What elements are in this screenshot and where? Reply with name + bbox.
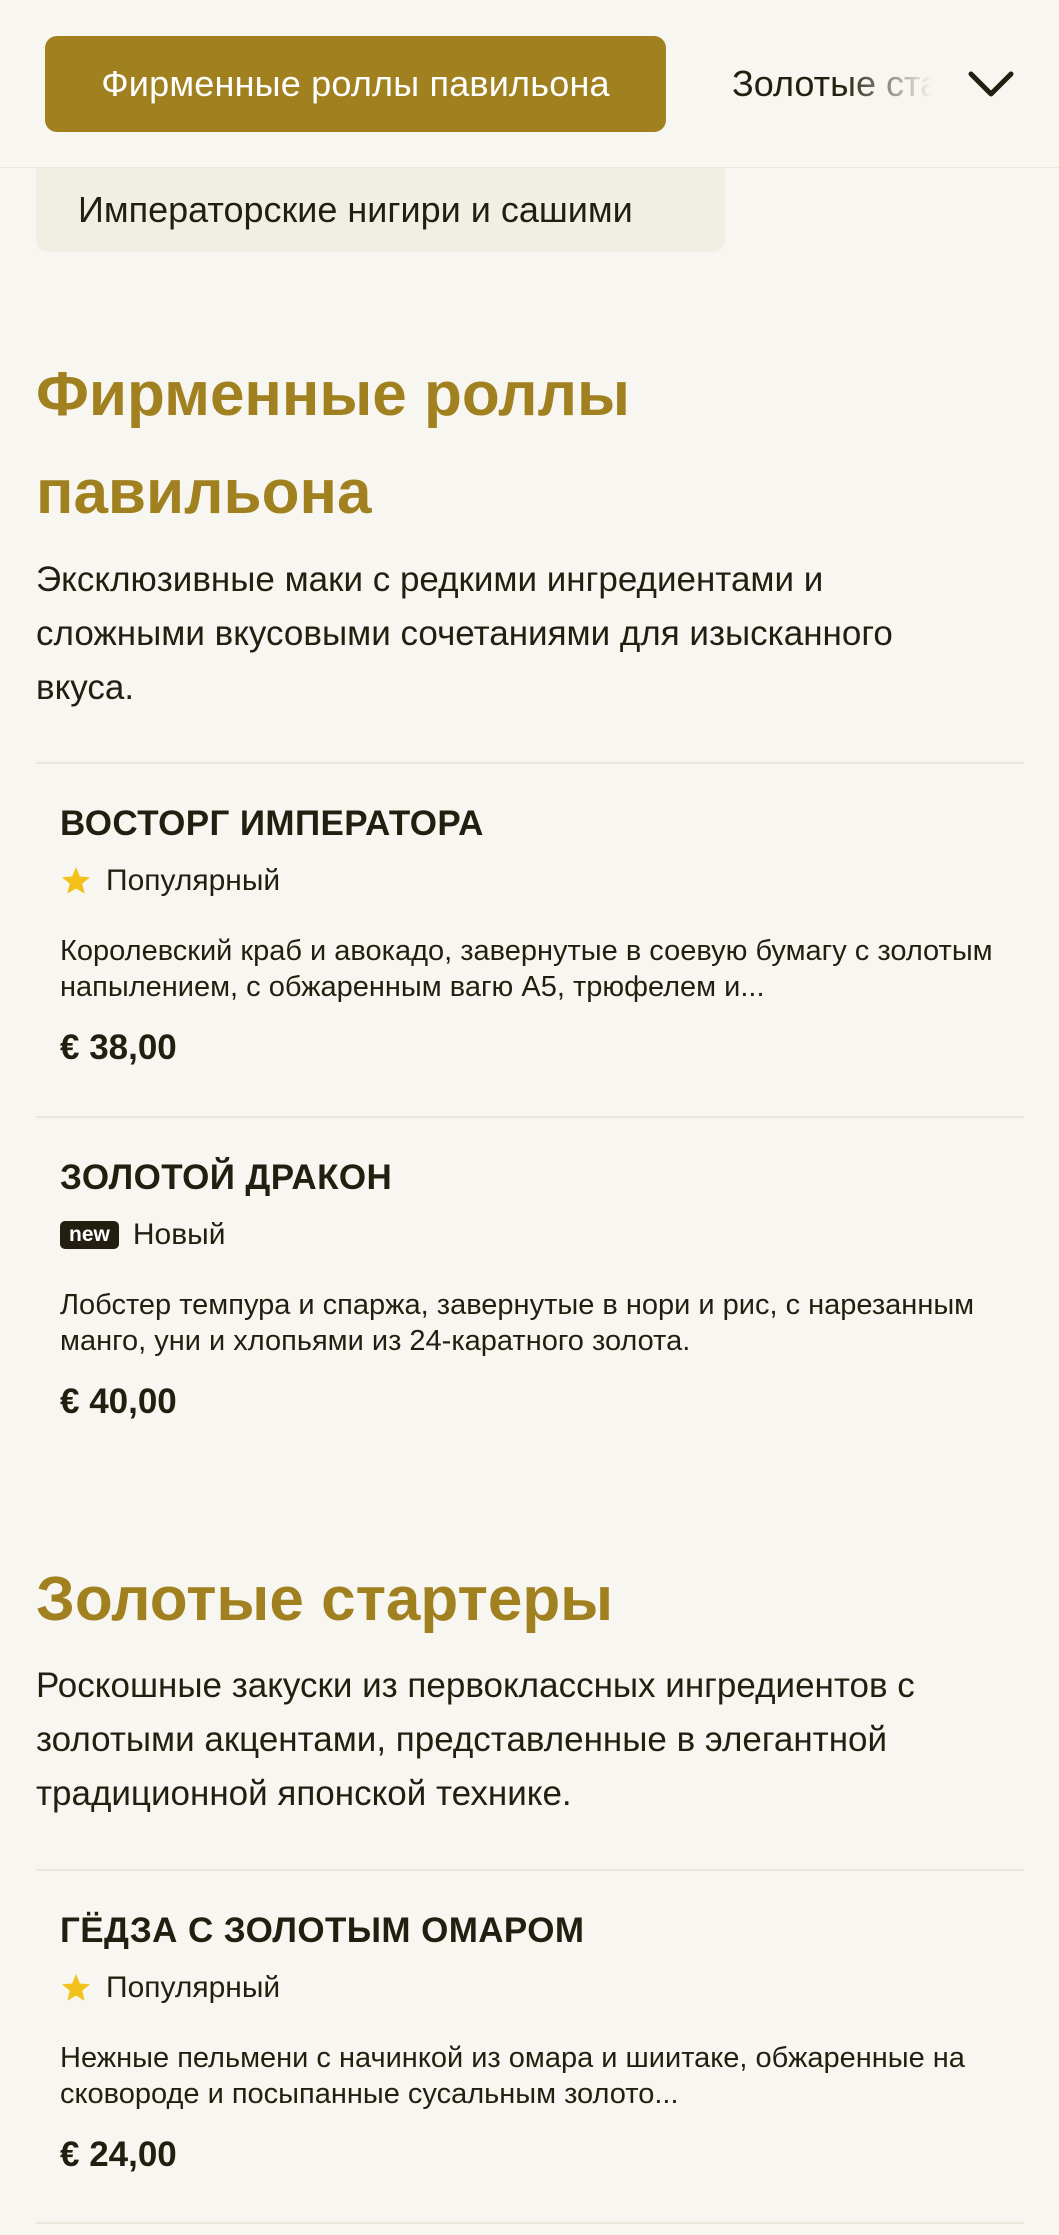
section-title: Фирменные роллы павильона xyxy=(36,346,630,542)
item-price: € 24,00 xyxy=(60,2135,177,2174)
item-name: ВОСТОРГ ИМПЕРАТОРА xyxy=(60,804,484,843)
category-tab-golden-starters[interactable]: Золотые стартеры xyxy=(732,36,932,132)
badge-label: Новый xyxy=(132,1218,226,1251)
category-tab-imperial-nigiri[interactable]: Императорские нигири и сашими xyxy=(36,168,725,252)
section-title-line: Фирменные роллы xyxy=(36,360,630,429)
item-badge: Популярный xyxy=(60,1968,1010,2008)
menu-page: Фирменные роллы павильона Золотые старте… xyxy=(0,0,1059,2235)
item-description: Нежные пельмени с начинкой из омара и ши… xyxy=(60,2042,965,2110)
divider xyxy=(36,762,1024,764)
menu-item[interactable]: ЗОЛОТОЙ ДРАКОН new Новый Лобстер темпура… xyxy=(60,1155,1010,1425)
chevron-down-icon xyxy=(968,71,1014,97)
section-description-line: сложными вкусовыми сочетаниями для изыск… xyxy=(36,614,893,653)
divider xyxy=(36,2222,1024,2224)
category-tab-label: Золотые стартеры xyxy=(732,63,932,104)
item-description: Королевский краб и авокадо, завернутые в… xyxy=(60,935,993,1003)
category-nav: Фирменные роллы павильона Золотые старте… xyxy=(0,0,1059,168)
expand-categories-button[interactable] xyxy=(955,48,1027,120)
item-name: ЗОЛОТОЙ ДРАКОН xyxy=(60,1158,393,1197)
badge-label: Популярный xyxy=(106,1971,281,2004)
badge-label: Популярный xyxy=(106,864,281,897)
item-price: € 38,00 xyxy=(60,1028,177,1067)
menu-item[interactable]: ВОСТОРГ ИМПЕРАТОРА Популярный Королевски… xyxy=(60,801,1010,1071)
section-title-line: павильона xyxy=(36,458,372,527)
item-badge: Популярный xyxy=(60,861,1010,901)
item-price: € 40,00 xyxy=(60,1382,177,1421)
divider xyxy=(36,1869,1024,1871)
category-tab-signature-rolls[interactable]: Фирменные роллы павильона xyxy=(45,36,666,132)
menu-item[interactable]: ГЁДЗА С ЗОЛОТЫМ ОМАРОМ Популярный Нежные… xyxy=(60,1908,1010,2178)
item-description: Лобстер темпура и спаржа, завернутые в н… xyxy=(60,1289,975,1357)
item-badge: new Новый xyxy=(60,1215,1010,1255)
new-icon: new xyxy=(60,1221,119,1249)
section-description-line: Роскошные закуски из первоклассных ингре… xyxy=(36,1666,915,1705)
section-description-line: вкуса. xyxy=(36,668,135,707)
section-description-line: Эксклюзивные маки с редкими ингредиентам… xyxy=(36,560,824,599)
section-title: Золотые стартеры xyxy=(36,1565,614,1634)
section-description-line: традиционной японской технике. xyxy=(36,1774,572,1813)
star-icon xyxy=(62,1974,90,2001)
section-description: Роскошные закуски из первоклассных ингре… xyxy=(36,1659,1026,1821)
star-icon xyxy=(62,867,90,894)
section-description: Эксклюзивные маки с редкими ингредиентам… xyxy=(36,553,1026,715)
section-description-line: золотыми акцентами, представленные в эле… xyxy=(36,1720,888,1759)
item-name: ГЁДЗА С ЗОЛОТЫМ ОМАРОМ xyxy=(60,1911,585,1950)
divider xyxy=(36,1116,1024,1118)
